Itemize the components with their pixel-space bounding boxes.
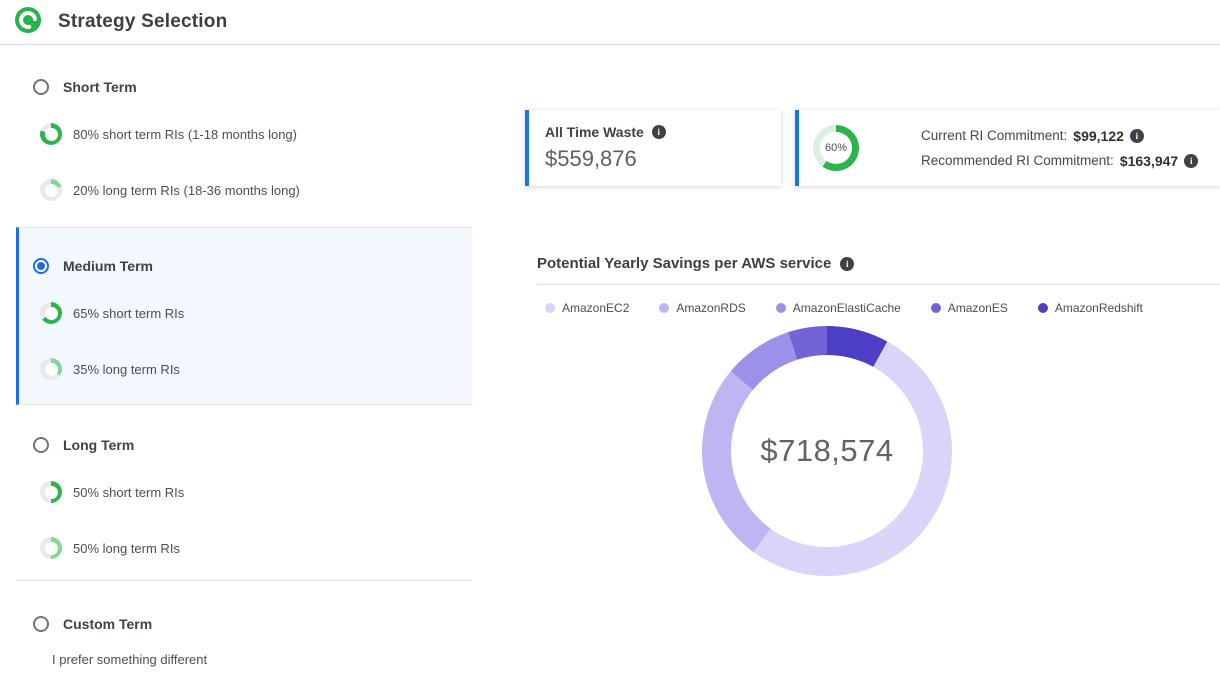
- option-label: 65% short term RIs: [73, 306, 184, 321]
- strategy-medium-term[interactable]: Medium Term: [33, 258, 153, 274]
- strategy-label: Medium Term: [63, 258, 153, 274]
- strategy-selection-page: Strategy Selection Short Term 80% short …: [0, 0, 1220, 691]
- legend-label: AmazonElastiCache: [793, 301, 901, 315]
- donut-total-value: $718,574: [760, 433, 893, 469]
- info-icon[interactable]: [1130, 129, 1144, 143]
- option-label: 20% long term RIs (18-36 months long): [73, 183, 300, 198]
- legend-dot: [545, 303, 555, 313]
- legend-dot: [1038, 303, 1048, 313]
- strategy-label: Custom Term: [63, 616, 152, 632]
- strategy-custom-term[interactable]: Custom Term: [33, 616, 152, 632]
- radio-custom-term[interactable]: [33, 616, 49, 632]
- legend-label: AmazonRDS: [676, 301, 745, 315]
- current-commitment-value: $99,122: [1073, 128, 1124, 144]
- savings-chart-title: Potential Yearly Savings per AWS service: [537, 255, 831, 272]
- legend-item-amazones[interactable]: AmazonES: [931, 301, 1008, 315]
- option-label: 35% long term RIs: [73, 362, 180, 377]
- info-icon[interactable]: [1184, 154, 1198, 168]
- info-icon[interactable]: [652, 125, 666, 139]
- progress-ring-icon: [40, 179, 62, 201]
- current-commitment-label: Current RI Commitment:: [921, 128, 1067, 143]
- chart-legend: AmazonEC2 AmazonRDS AmazonElastiCache Am…: [545, 301, 1143, 315]
- option-label: 80% short term RIs (1-18 months long): [73, 127, 297, 142]
- app-logo-icon: [14, 6, 42, 39]
- section-divider: [16, 580, 472, 581]
- donut-hole: $718,574: [731, 355, 923, 547]
- legend-label: AmazonRedshift: [1055, 301, 1143, 315]
- page-title: Strategy Selection: [58, 11, 227, 33]
- legend-label: AmazonES: [948, 301, 1008, 315]
- legend-item-amazonelasticache[interactable]: AmazonElastiCache: [776, 301, 901, 315]
- ri-commitment-card: 60% Current RI Commitment: $99,122 Recom…: [795, 110, 1220, 186]
- waste-card-title: All Time Waste: [545, 124, 644, 140]
- progress-ring-icon: [40, 302, 62, 324]
- strategy-option: 80% short term RIs (1-18 months long): [40, 123, 297, 145]
- strategy-option: 20% long term RIs (18-36 months long): [40, 179, 300, 201]
- legend-item-amazonredshift[interactable]: AmazonRedshift: [1038, 301, 1143, 315]
- legend-item-amazonrds[interactable]: AmazonRDS: [659, 301, 745, 315]
- page-header: Strategy Selection: [0, 0, 1220, 45]
- all-time-waste-card: All Time Waste $559,876: [525, 110, 781, 186]
- option-label: 50% short term RIs: [73, 485, 184, 500]
- savings-donut[interactable]: $718,574: [702, 326, 952, 576]
- progress-ring-icon: [40, 358, 62, 380]
- option-label: 50% long term RIs: [73, 541, 180, 556]
- current-commitment-row: Current RI Commitment: $99,122: [921, 128, 1198, 144]
- strategy-option: 35% long term RIs: [40, 358, 180, 380]
- legend-dot: [776, 303, 786, 313]
- recommended-commitment-row: Recommended RI Commitment: $163,947: [921, 153, 1198, 169]
- legend-dot: [659, 303, 669, 313]
- progress-ring-icon: [40, 537, 62, 559]
- legend-item-amazonec2[interactable]: AmazonEC2: [545, 301, 629, 315]
- recommended-commitment-label: Recommended RI Commitment:: [921, 153, 1114, 168]
- strategy-short-term[interactable]: Short Term: [33, 79, 137, 95]
- strategy-long-term[interactable]: Long Term: [33, 437, 134, 453]
- chart-divider: [537, 284, 1220, 285]
- radio-short-term[interactable]: [33, 79, 49, 95]
- strategy-label: Long Term: [63, 437, 134, 453]
- gauge-percentage: 60%: [820, 132, 852, 164]
- savings-chart-header: Potential Yearly Savings per AWS service: [537, 255, 854, 272]
- custom-term-description: I prefer something different: [52, 652, 207, 667]
- info-icon[interactable]: [840, 257, 854, 271]
- legend-dot: [931, 303, 941, 313]
- strategy-option: 50% long term RIs: [40, 537, 180, 559]
- strategy-option: 65% short term RIs: [40, 302, 184, 324]
- strategy-label: Short Term: [63, 79, 137, 95]
- radio-long-term[interactable]: [33, 437, 49, 453]
- waste-card-value: $559,876: [545, 146, 765, 172]
- legend-label: AmazonEC2: [562, 301, 629, 315]
- commitment-gauge: 60%: [813, 125, 859, 171]
- progress-ring-icon: [40, 123, 62, 145]
- radio-medium-term[interactable]: [33, 258, 49, 274]
- progress-ring-icon: [40, 481, 62, 503]
- strategy-option: 50% short term RIs: [40, 481, 184, 503]
- recommended-commitment-value: $163,947: [1120, 153, 1178, 169]
